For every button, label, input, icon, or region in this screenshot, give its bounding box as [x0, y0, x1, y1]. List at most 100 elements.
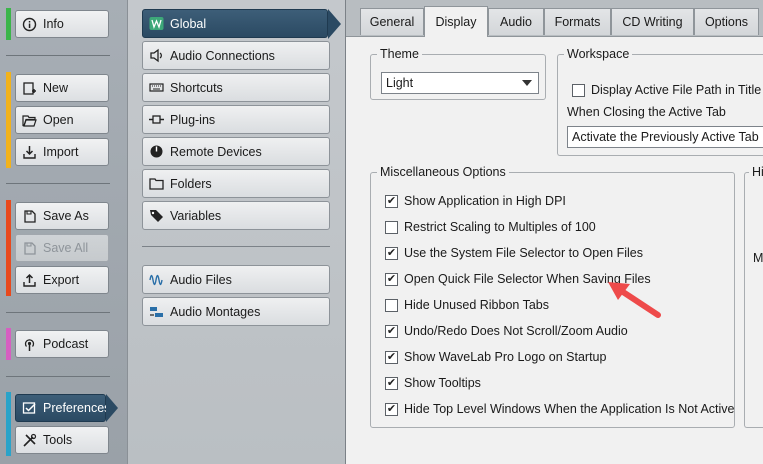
category-variables[interactable]: Variables [142, 201, 330, 230]
separator [6, 183, 110, 184]
category-label: Global [170, 16, 207, 31]
keyboard-icon [149, 80, 164, 95]
export-button[interactable]: Export [15, 266, 109, 294]
tab-general[interactable]: General [360, 8, 424, 35]
option-label: Use the System File Selector to Open Fil… [404, 246, 643, 260]
option-show-tooltips[interactable]: ✔ Show Tooltips [385, 373, 481, 393]
save-group-color-bar [6, 200, 11, 296]
tab-label: Audio [500, 15, 532, 29]
preferences-category-column: Global Audio Connections Shortcuts Plug-… [127, 0, 345, 464]
folder-icon [149, 176, 164, 191]
display-active-file-path-checkbox[interactable] [572, 83, 585, 97]
preferences-button[interactable]: Preferences [15, 394, 118, 422]
save-all-icon [22, 241, 37, 256]
checkbox[interactable]: ✔ [385, 402, 398, 416]
separator [6, 376, 110, 377]
save-all-button[interactable]: Save All [15, 234, 109, 262]
option-label: Show Application in High DPI [404, 194, 566, 208]
tab-formats[interactable]: Formats [544, 8, 611, 35]
annotation-arrow-icon [608, 282, 661, 318]
preferences-button-label: Preferences [43, 401, 111, 415]
speaker-icon [149, 48, 164, 63]
category-folders[interactable]: Folders [142, 169, 330, 198]
info-group-color-bar [6, 8, 11, 40]
closing-tab-label: When Closing the Active Tab [567, 105, 726, 119]
option-label: Display Active File Path in Title Ba [591, 83, 763, 97]
theme-group-label: Theme [377, 46, 422, 62]
folder-open-icon [22, 113, 37, 128]
tab-cd-writing[interactable]: CD Writing [611, 8, 694, 35]
tab-options[interactable]: Options [694, 8, 759, 35]
workspace-group: Workspace Display Active File Path in Ti… [557, 46, 763, 156]
tools-button[interactable]: Tools [15, 426, 109, 454]
closing-tab-select[interactable]: Activate the Previously Active Tab [567, 126, 763, 148]
category-label: Shortcuts [170, 80, 223, 95]
category-plug-ins[interactable]: Plug-ins [142, 105, 330, 134]
category-label: Variables [170, 208, 222, 223]
checkbox[interactable]: ✔ [385, 324, 398, 338]
podcast-button[interactable]: Podcast [15, 330, 109, 358]
category-remote-devices[interactable]: Remote Devices [142, 137, 330, 166]
import-icon [22, 145, 37, 160]
checkbox[interactable]: ✔ [385, 272, 398, 286]
category-audio-connections[interactable]: Audio Connections [142, 41, 330, 70]
tab-audio[interactable]: Audio [488, 8, 544, 35]
preferences-icon [22, 401, 37, 416]
montage-icon [149, 304, 164, 319]
tools-icon [22, 433, 37, 448]
category-label: Remote Devices [170, 144, 262, 159]
checkbox[interactable]: ✔ [385, 350, 398, 364]
file-group-color-bar [6, 72, 11, 168]
partial-group: Hi M [744, 164, 763, 428]
preferences-panel: General Display Audio Formats CD Writing… [345, 0, 763, 464]
new-icon [22, 81, 37, 96]
option-label: Restrict Scaling to Multiples of 100 [404, 220, 596, 234]
display-active-file-path-option[interactable]: Display Active File Path in Title Ba [572, 80, 763, 100]
option-label: Show Tooltips [404, 376, 481, 390]
checkbox[interactable] [385, 220, 398, 234]
tab-label: Formats [554, 15, 601, 29]
option-show-logo-on-startup[interactable]: ✔ Show WaveLab Pro Logo on Startup [385, 347, 606, 367]
category-audio-files[interactable]: Audio Files [142, 265, 330, 294]
checkbox[interactable]: ✔ [385, 194, 398, 208]
chevron-down-icon [522, 80, 532, 86]
tab-display[interactable]: Display [424, 6, 488, 37]
option-high-dpi[interactable]: ✔ Show Application in High DPI [385, 191, 566, 211]
tab-label: Options [704, 15, 749, 29]
separator [142, 246, 330, 247]
option-system-file-selector[interactable]: ✔ Use the System File Selector to Open Fi… [385, 243, 643, 263]
option-label: Hide Unused Ribbon Tabs [404, 298, 550, 312]
tab-label: Display [435, 15, 477, 29]
checkbox[interactable]: ✔ [385, 246, 398, 260]
save-all-button-label: Save All [43, 241, 89, 255]
save-as-button[interactable]: Save As [15, 202, 109, 230]
tag-icon [149, 208, 164, 223]
checkbox[interactable]: ✔ [385, 376, 398, 390]
info-button[interactable]: Info [15, 10, 109, 38]
option-undo-redo-no-scroll[interactable]: ✔ Undo/Redo Does Not Scroll/Zoom Audio [385, 321, 628, 341]
option-hide-unused-ribbon-tabs[interactable]: Hide Unused Ribbon Tabs [385, 295, 549, 315]
theme-select[interactable]: Light [381, 72, 539, 94]
option-label: Hide Top Level Windows When the Applicat… [404, 402, 735, 416]
category-global[interactable]: Global [142, 9, 341, 39]
tools-button-label: Tools [43, 433, 73, 447]
category-label: Audio Connections [170, 48, 275, 63]
option-restrict-scaling[interactable]: Restrict Scaling to Multiples of 100 [385, 217, 596, 237]
theme-group: Theme Light [370, 46, 546, 100]
open-button-label: Open [43, 113, 74, 127]
misc-group-label: Miscellaneous Options [377, 164, 509, 180]
checkbox[interactable] [385, 298, 398, 312]
option-hide-top-level-windows[interactable]: ✔ Hide Top Level Windows When the Applica… [385, 399, 735, 419]
import-button[interactable]: Import [15, 138, 109, 166]
info-button-label: Info [43, 17, 64, 31]
separator [6, 312, 110, 313]
open-button[interactable]: Open [15, 106, 109, 134]
new-button[interactable]: New [15, 74, 109, 102]
info-icon [22, 17, 37, 32]
closing-tab-select-value: Activate the Previously Active Tab [572, 130, 759, 144]
import-button-label: Import [43, 145, 79, 159]
category-audio-montages[interactable]: Audio Montages [142, 297, 330, 326]
category-shortcuts[interactable]: Shortcuts [142, 73, 330, 102]
miscellaneous-options-group: Miscellaneous Options ✔ Show Application … [370, 164, 735, 428]
save-as-icon [22, 209, 37, 224]
